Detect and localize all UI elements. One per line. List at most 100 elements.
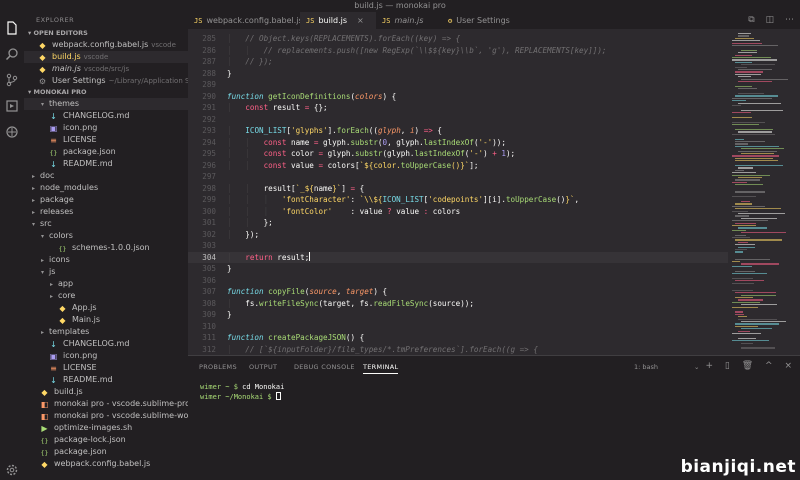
code-line[interactable]: 312 │ // [`${inputFolder}/file_types/*.tm…	[188, 344, 728, 356]
file-item[interactable]: ◆ build.js	[24, 386, 188, 398]
close-panel-icon[interactable]: ×	[784, 361, 792, 371]
file-item[interactable]: ◧ monokai pro - vscode.sublime-worksp...	[24, 410, 188, 422]
code-line[interactable]: 292	[188, 114, 728, 126]
folder-item[interactable]: ▸ package	[24, 194, 188, 206]
code-line[interactable]: 310	[188, 321, 728, 333]
tab-problems[interactable]: PROBLEMS	[199, 363, 237, 371]
code-line[interactable]: 293 │ ICON_LIST['glyphs'].forEach((glyph,…	[188, 125, 728, 137]
code-line[interactable]: 304 │ return result;	[188, 251, 728, 263]
minimap-line	[732, 100, 747, 102]
code-line[interactable]: 306	[188, 275, 728, 287]
code-line[interactable]: 308 │ fs.writeFileSync(target, fs.readFil…	[188, 298, 728, 310]
code-line[interactable]: 285 │ // Object.keys(REPLACEMENTS).forEac…	[188, 33, 728, 45]
code-line[interactable]: 309}	[188, 309, 728, 321]
code-editor[interactable]: 285 │ // Object.keys(REPLACEMENTS).forEac…	[188, 29, 728, 355]
chevron-right-icon: ▸	[32, 197, 36, 204]
code-line[interactable]: 307 function copyFile(source, target) {	[188, 286, 728, 298]
open-editor-path: vscode	[83, 53, 109, 61]
tab-build-js[interactable]: JS build.js ×	[300, 12, 376, 29]
folder-item[interactable]: ▸ icons	[24, 254, 188, 266]
split-terminal-icon[interactable]: ▯	[725, 361, 730, 371]
tab-webpack-config[interactable]: JS webpack.config.babel.js	[188, 12, 303, 29]
code-line[interactable]: 290 function getIconDefinitions(colors) {	[188, 91, 728, 103]
split-editor-icon[interactable]: ◫	[766, 15, 775, 25]
file-item[interactable]: ↓ README.md	[24, 158, 188, 170]
file-item[interactable]: ◆ webpack.config.babel.js	[24, 458, 188, 470]
tab-main-js[interactable]: JS main.js	[376, 12, 442, 29]
folder-item[interactable]: ▾ js	[24, 266, 188, 278]
code-line[interactable]: 294 │ │ const name = glyph.substr(0, glyp…	[188, 137, 728, 149]
file-item[interactable]: ◆ App.js	[24, 302, 188, 314]
file-item[interactable]: {} package-lock.json	[24, 434, 188, 446]
file-item[interactable]: ▣ icon.png	[24, 122, 188, 134]
file-item[interactable]: ↓ CHANGELOG.md	[24, 338, 188, 350]
code-line[interactable]: 298 │ │ result[`_${name}`] = {	[188, 183, 728, 195]
open-editor-item[interactable]: ◆ main.js vscode/src/js	[24, 63, 188, 75]
file-item[interactable]: ▶ optimize-images.sh	[24, 422, 188, 434]
terminal-line[interactable]: wimer ~ $ cd Monokai	[200, 383, 284, 391]
open-editors-header[interactable]: ▾ OPEN EDITORS	[24, 28, 188, 39]
maximize-panel-icon[interactable]: ^	[765, 361, 773, 371]
minimap[interactable]	[728, 29, 800, 355]
file-item[interactable]: ≡ LICENSE	[24, 362, 188, 374]
code-line[interactable]: 301 │ │ };	[188, 217, 728, 229]
markdown-file-icon: ↓	[50, 160, 57, 169]
file-item[interactable]: ↓ README.md	[24, 374, 188, 386]
file-item[interactable]: ▣ icon.png	[24, 350, 188, 362]
file-item[interactable]: {} package.json	[24, 446, 188, 458]
code-line[interactable]: 287 │ // });	[188, 56, 728, 68]
extensions-icon[interactable]	[5, 124, 19, 138]
code-line[interactable]: 291 │ const result = {};	[188, 102, 728, 114]
files-icon[interactable]	[5, 20, 19, 35]
more-actions-icon[interactable]: ⋯	[785, 15, 794, 25]
code-line[interactable]: 300 │ │ │ 'fontColor' : value ? value : c…	[188, 206, 728, 218]
code-line[interactable]: 289	[188, 79, 728, 91]
code-line[interactable]: 311 function createPackageJSON() {	[188, 332, 728, 344]
file-item[interactable]: ◆ Main.js	[24, 314, 188, 326]
open-editor-item[interactable]: ◆ webpack.config.babel.js vscode	[24, 39, 188, 51]
project-folder-header[interactable]: ▾ MONOKAI PRO	[24, 87, 188, 98]
new-terminal-icon[interactable]: +	[705, 361, 713, 371]
terminal-line[interactable]: wimer ~/Monokai $	[200, 392, 281, 401]
tab-output[interactable]: OUTPUT	[249, 363, 277, 371]
folder-item[interactable]: ▸ releases	[24, 206, 188, 218]
folder-item[interactable]: ▸ app	[24, 278, 188, 290]
terminal-select[interactable]: 1: bash ⌄	[634, 363, 699, 371]
code-line[interactable]: 297	[188, 171, 728, 183]
debug-icon[interactable]	[5, 98, 19, 112]
tree-item-label: icons	[49, 255, 70, 264]
file-item[interactable]: {} package.json	[24, 146, 188, 158]
file-item[interactable]: {} schemes-1.0.0.json	[24, 242, 188, 254]
code-line[interactable]: 303	[188, 240, 728, 252]
folder-item[interactable]: ▸ core	[24, 290, 188, 302]
tab-debug-console[interactable]: DEBUG CONSOLE	[294, 363, 355, 371]
open-changes-icon[interactable]: ⧉	[748, 15, 754, 25]
folder-item[interactable]: ▾ colors	[24, 230, 188, 242]
settings-gear-icon[interactable]	[5, 462, 19, 476]
folder-item[interactable]: ▸ templates	[24, 326, 188, 338]
open-editor-item[interactable]: ⚙ User Settings~/Library/Application Su..…	[24, 75, 188, 87]
code-line[interactable]: 302 │ });	[188, 229, 728, 241]
close-tab-icon[interactable]: ×	[357, 16, 364, 25]
tab-user-settings[interactable]: ⚙ User Settings	[442, 12, 532, 29]
folder-item[interactable]: ▸ node_modules	[24, 182, 188, 194]
search-icon[interactable]	[5, 46, 19, 61]
line-number: 290	[202, 91, 216, 101]
folder-item[interactable]: ▸ doc	[24, 170, 188, 182]
code-line[interactable]: 299 │ │ │ 'fontCharacter': `\\${ICON_LIST…	[188, 194, 728, 206]
code-line[interactable]: 296 │ │ const value = colors[`${color.toU…	[188, 160, 728, 172]
trash-icon[interactable]: 🗑	[742, 361, 753, 371]
line-number: 304	[202, 252, 216, 262]
source-control-icon[interactable]	[5, 72, 19, 87]
folder-item[interactable]: ▾ themes	[24, 98, 188, 110]
code-line[interactable]: 286 │ │ // replacements.push([new RegExp(…	[188, 45, 728, 57]
open-editor-item[interactable]: ◆ build.js vscode	[24, 51, 188, 63]
file-item[interactable]: ◧ monokai pro - vscode.sublime-project	[24, 398, 188, 410]
file-item[interactable]: ≡ LICENSE	[24, 134, 188, 146]
folder-item[interactable]: ▾ src	[24, 218, 188, 230]
code-line[interactable]: 295 │ │ const color = glyph.substr(glyph.…	[188, 148, 728, 160]
file-item[interactable]: ↓ CHANGELOG.md	[24, 110, 188, 122]
tab-terminal[interactable]: TERMINAL	[363, 363, 399, 374]
code-line[interactable]: 305}	[188, 263, 728, 275]
code-line[interactable]: 288}	[188, 68, 728, 80]
